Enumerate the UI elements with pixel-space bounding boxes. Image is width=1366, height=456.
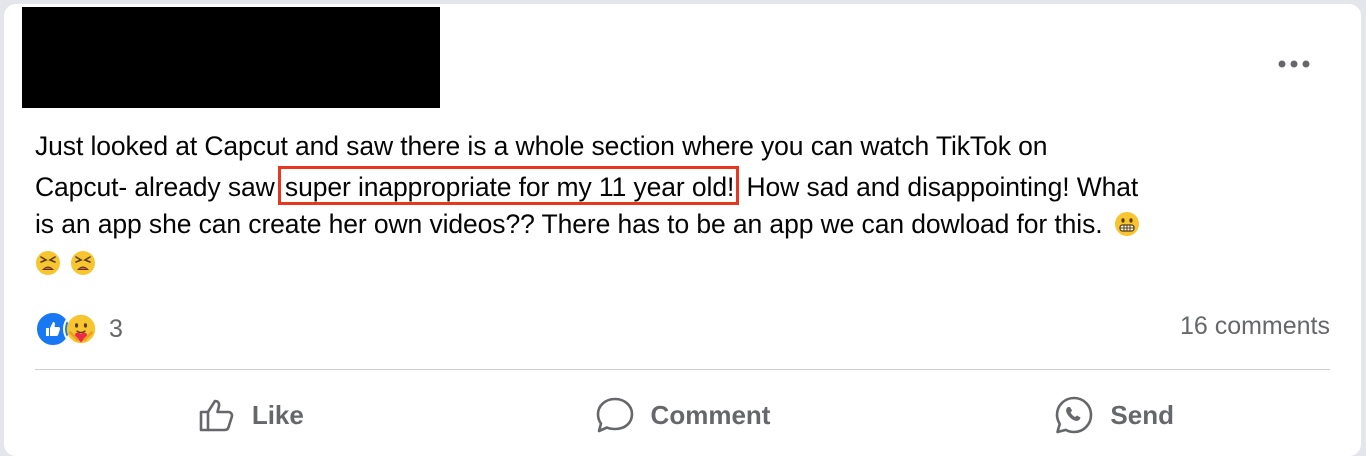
post-line-4 — [35, 244, 1335, 283]
redacted-author-header — [22, 7, 440, 108]
comment-button[interactable]: Comment — [467, 382, 899, 448]
post-line-1: Just looked at Capcut and saw there is a… — [35, 131, 1048, 161]
tired-face-icon — [71, 251, 96, 275]
post-line-2-start: Capcut- already saw — [35, 172, 282, 202]
reactions-summary[interactable]: 3 — [35, 309, 123, 349]
actions-divider — [35, 369, 1330, 370]
comments-count-link[interactable]: 16 comments — [1180, 312, 1330, 341]
send-label: Send — [1110, 399, 1174, 430]
post-line-2-end: How sad and disappointing! What — [746, 172, 1139, 202]
post-card: Just looked at Capcut and saw there is a… — [4, 4, 1361, 456]
post-actions-bar: Like Comment Send — [35, 382, 1330, 448]
post-line-2: Capcut- already saw super inappropriate … — [35, 166, 1335, 205]
thumbs-up-icon — [199, 399, 234, 432]
like-button[interactable]: Like — [35, 382, 467, 448]
post-line-3: is an app she can create her own videos?… — [35, 205, 1335, 244]
highlighted-phrase: super inappropriate for my 11 year old! — [277, 166, 740, 205]
tired-face-icon — [36, 251, 60, 275]
whatsapp-icon — [1056, 396, 1093, 434]
post-line-3-text: is an app she can create her own videos?… — [35, 209, 1103, 239]
grimacing-face-icon — [1114, 212, 1139, 236]
post-body: Just looked at Capcut and saw there is a… — [35, 127, 1335, 283]
send-button[interactable]: Send — [898, 382, 1330, 448]
comment-label: Comment — [650, 399, 771, 430]
ellipsis-icon — [1278, 60, 1310, 68]
like-label: Like — [251, 399, 304, 430]
reaction-count: 3 — [109, 314, 123, 343]
comment-bubble-icon — [596, 397, 633, 433]
care-reaction-icon — [63, 311, 99, 347]
more-options-button[interactable] — [1272, 48, 1316, 80]
